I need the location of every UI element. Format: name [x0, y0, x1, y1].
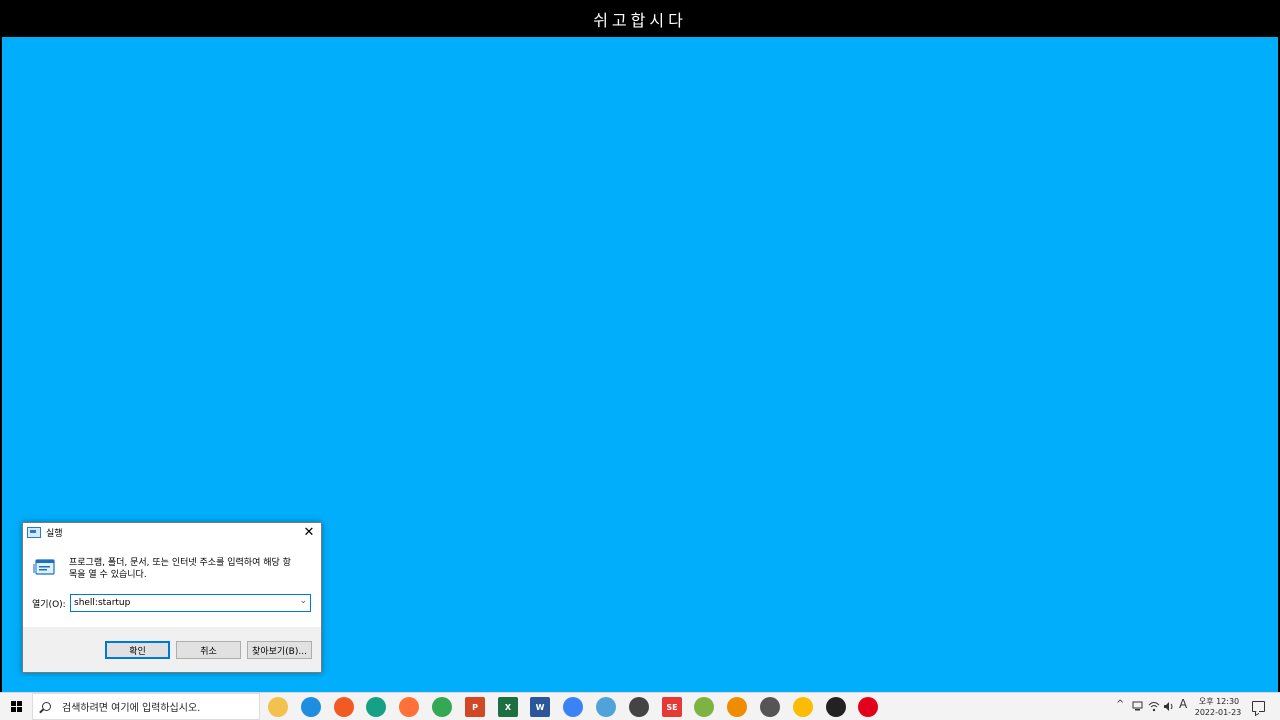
run-description-line2: 목을 열 수 있습니다. — [69, 570, 147, 580]
open-label: 열기(O): — [32, 600, 66, 610]
ok-button[interactable]: 확인 — [105, 641, 170, 659]
magnifier-app-icon[interactable] — [629, 697, 649, 717]
chrome-beta-icon[interactable] — [793, 697, 813, 717]
powerpoint-icon[interactable]: P — [465, 697, 485, 717]
windows-icon — [10, 701, 22, 712]
firefox-icon[interactable] — [399, 697, 419, 717]
open-input[interactable] — [71, 596, 294, 610]
search-placeholder: 검색하려면 여기에 입력하십시오. — [62, 703, 201, 714]
run-button-area: 확인 취소 찾아보기(B)... — [23, 627, 321, 672]
notification-icon[interactable] — [1252, 701, 1265, 712]
word-icon[interactable]: W — [530, 697, 550, 717]
cancel-button[interactable]: 취소 — [176, 641, 241, 659]
clock-time[interactable]: 오후 12:30 — [1196, 696, 1242, 707]
wifi-icon[interactable] — [1148, 701, 1160, 712]
opera-icon[interactable] — [858, 697, 878, 717]
top-banner: 쉬고합시다 — [0, 0, 1280, 37]
run-large-icon — [33, 559, 55, 575]
chevron-down-icon[interactable]: ⌄ — [299, 596, 307, 606]
search-icon — [42, 702, 51, 711]
start-button[interactable] — [0, 693, 32, 720]
sticky-notes-icon[interactable] — [826, 697, 846, 717]
se-app-icon[interactable]: SE — [662, 697, 682, 717]
close-icon[interactable]: ✕ — [297, 523, 321, 542]
notepad-app-icon[interactable] — [563, 697, 583, 717]
taskbar: 검색하려면 여기에 입력하십시오. P X W SE ^ A 오후 12:30 202… — [0, 692, 1280, 720]
chrome-icon[interactable] — [432, 697, 452, 717]
calculator-icon[interactable] — [760, 697, 780, 717]
run-description: 프로그램, 폴더, 문서, 또는 인터넷 주소를 입력하여 해당 항 목을 열 … — [69, 557, 313, 581]
taskbar-search-box[interactable]: 검색하려면 여기에 입력하십시오. — [32, 693, 260, 720]
green-app-icon[interactable] — [694, 697, 714, 717]
run-dialog-titlebar[interactable]: 실행 ✕ — [23, 523, 321, 542]
run-dialog: 실행 ✕ 프로그램, 폴더, 문서, 또는 인터넷 주소를 입력하여 해당 항 … — [22, 522, 322, 673]
banner-text: 쉬고합시다 — [593, 10, 687, 30]
screen: 쉬고합시다 실행 ✕ 프로그램, 폴더, 문서, 또는 인터넷 주소를 입력하여… — [0, 0, 1280, 720]
run-app-icon — [27, 527, 41, 538]
browse-button[interactable]: 찾아보기(B)... — [247, 641, 312, 659]
remote-desktop-icon[interactable] — [596, 697, 616, 717]
app-swirl-icon[interactable] — [366, 697, 386, 717]
run-dialog-title: 실행 — [46, 529, 63, 539]
clock-date[interactable]: 2022-01-23 — [1193, 708, 1243, 717]
chevron-up-icon[interactable]: ^ — [1116, 699, 1124, 710]
open-combobox[interactable]: ⌄ — [70, 594, 311, 612]
vlc-icon[interactable] — [727, 697, 747, 717]
input-indicator[interactable]: A — [1179, 697, 1187, 711]
volume-icon[interactable] — [1163, 701, 1175, 712]
excel-icon[interactable]: X — [498, 697, 518, 717]
run-description-line1: 프로그램, 폴더, 문서, 또는 인터넷 주소를 입력하여 해당 항 — [69, 558, 291, 568]
edge-icon[interactable] — [301, 697, 321, 717]
device-icon[interactable] — [1132, 701, 1143, 712]
file-explorer-icon[interactable] — [268, 697, 288, 717]
brave-icon[interactable] — [334, 697, 354, 717]
